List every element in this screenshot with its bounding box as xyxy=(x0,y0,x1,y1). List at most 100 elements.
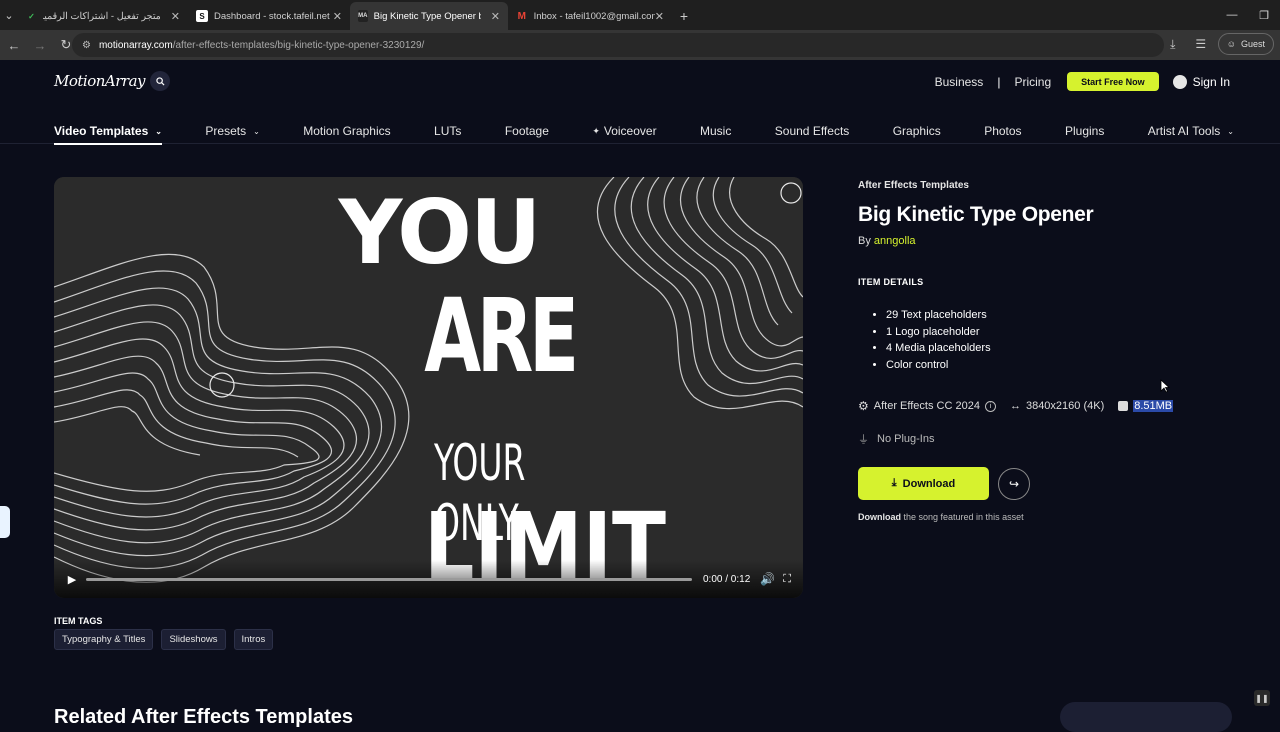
nav-sound-effects[interactable]: Sound Effects xyxy=(775,118,850,144)
video-time: 0:00 / 0:12 xyxy=(703,573,751,585)
nav-label: Artist AI Tools xyxy=(1147,124,1221,138)
software-label: After Effects CC 2024 xyxy=(873,400,980,412)
nav-music[interactable]: Music xyxy=(700,118,731,144)
search-button[interactable] xyxy=(150,71,170,91)
gear-icon: ⚙ xyxy=(858,399,869,413)
browser-tab-1[interactable]: ✓ متجر تفعيل - اشتراكات الرقمية بأ ✕ xyxy=(18,2,188,30)
fullscreen-icon[interactable]: ⛶ xyxy=(783,573,791,586)
close-icon[interactable]: ✕ xyxy=(491,10,500,23)
tag-slideshows[interactable]: Slideshows xyxy=(161,629,226,650)
guest-profile-button[interactable]: ☺ Guest xyxy=(1217,33,1274,55)
filesize-spec: 8.51MB xyxy=(1118,400,1174,412)
sign-in-label: Sign In xyxy=(1192,74,1230,89)
volume-icon[interactable]: 🔊 xyxy=(760,572,775,586)
header-separator: | xyxy=(997,74,1001,89)
site-info-icon[interactable]: ⚙ xyxy=(82,40,91,51)
video-player[interactable]: YOU ARE YOUR ONLY LIMIT ▶ 0:00 / 0:12 🔊 … xyxy=(54,177,803,598)
check-icon: ✓ xyxy=(28,11,35,21)
item-info-panel: After Effects Templates Big Kinetic Type… xyxy=(858,180,1238,522)
item-tags: Typography & Titles Slideshows Intros xyxy=(54,629,274,650)
close-icon[interactable]: ✕ xyxy=(171,10,180,23)
plug-icon: ⏚ xyxy=(858,434,869,446)
plugins-spec: ⏚ No Plug-Ins xyxy=(858,431,1238,447)
song-note-text: the song featured in this asset xyxy=(901,512,1024,522)
window-controls: — ❐ xyxy=(1216,0,1280,30)
motionarray-logo[interactable]: MotionArray xyxy=(54,72,146,90)
floating-widget[interactable] xyxy=(1060,702,1232,732)
tab-title: Dashboard - stock.tafeil.net xyxy=(214,10,330,22)
new-tab-icon[interactable]: + xyxy=(672,2,696,30)
tab-search-chevron-icon[interactable]: ⌄ xyxy=(0,0,18,30)
tag-typography-titles[interactable]: Typography & Titles xyxy=(54,629,154,650)
info-icon[interactable]: i xyxy=(984,400,996,412)
browser-address-bar: ← → ↻ ⚙ motionarray.com/after-effects-te… xyxy=(0,30,1280,60)
s-icon: S xyxy=(196,10,208,22)
nav-footage[interactable]: Footage xyxy=(505,118,549,144)
video-progress-bar[interactable] xyxy=(86,577,692,581)
video-controls: ▶ 0:00 / 0:12 🔊 ⛶ xyxy=(54,560,803,598)
nav-label: Presets xyxy=(205,124,247,138)
back-icon[interactable]: ← xyxy=(2,33,26,57)
item-category[interactable]: After Effects Templates xyxy=(858,180,1238,191)
item-details-list: 29 Text placeholders 1 Logo placeholder … xyxy=(886,307,1238,373)
nav-presets[interactable]: Presets ⌄ xyxy=(205,118,259,144)
file-box-icon xyxy=(1118,401,1129,411)
forward-icon[interactable]: → xyxy=(28,33,52,57)
share-button[interactable]: ↪ xyxy=(998,467,1030,500)
tag-intros[interactable]: Intros xyxy=(233,629,274,650)
nav-voiceover[interactable]: ✦ Voiceover xyxy=(592,118,656,144)
related-heading: Related After Effects Templates xyxy=(54,706,353,728)
nav-photos[interactable]: Photos xyxy=(984,118,1021,144)
minimize-icon[interactable]: — xyxy=(1216,0,1248,30)
browser-tab-3-active[interactable]: MA Big Kinetic Type Opener by ann ✕ xyxy=(350,2,508,30)
tab-title: متجر تفعيل - اشتراكات الرقمية بأ xyxy=(42,10,161,22)
maximize-icon[interactable]: ❐ xyxy=(1248,0,1280,30)
arrows-horizontal-icon: ↔ xyxy=(1009,400,1021,412)
sparkle-icon: ✦ xyxy=(592,125,600,136)
song-download-note: Download the song featured in this asset xyxy=(858,512,1238,522)
pricing-link[interactable]: Pricing xyxy=(1014,75,1051,89)
start-free-now-button[interactable]: Start Free Now xyxy=(1067,72,1159,91)
person-icon: ☺ xyxy=(1226,39,1236,49)
nav-label: Photos xyxy=(984,124,1022,138)
sign-in-link[interactable]: Sign In xyxy=(1172,74,1230,89)
by-prefix: By xyxy=(858,235,871,247)
gmail-icon: M xyxy=(517,10,526,22)
browser-tab-bar: ⌄ ✓ متجر تفعيل - اشتراكات الرقمية بأ ✕ S… xyxy=(0,0,1280,30)
nav-motion-graphics[interactable]: Motion Graphics xyxy=(303,118,390,144)
download-icon: ⤓ xyxy=(891,477,897,489)
url-host: motionarray.com xyxy=(98,39,173,51)
browser-tab-2[interactable]: S Dashboard - stock.tafeil.net ✕ xyxy=(188,2,350,30)
side-accessibility-widget[interactable] xyxy=(0,506,10,538)
close-icon[interactable]: ✕ xyxy=(333,10,342,23)
url-input[interactable]: ⚙ motionarray.com/after-effects-template… xyxy=(72,33,1164,57)
song-download-link[interactable]: Download xyxy=(858,512,901,522)
download-button[interactable]: ⤓ Download xyxy=(858,467,989,500)
nav-label: Graphics xyxy=(892,124,941,138)
resolution-label: 3840x2160 (4K) xyxy=(1025,400,1105,412)
nav-label: Video Templates xyxy=(54,124,149,138)
user-icon xyxy=(1172,74,1187,89)
nav-label: Motion Graphics xyxy=(303,124,391,138)
nav-label: Plugins xyxy=(1064,124,1105,138)
nav-artist-ai-tools[interactable]: Artist AI Tools ⌄ xyxy=(1148,118,1234,144)
business-link[interactable]: Business xyxy=(935,75,984,89)
media-controls-icon[interactable]: ☰ xyxy=(1190,33,1212,55)
filesize-label: 8.51MB xyxy=(1133,400,1174,412)
close-icon[interactable]: ✕ xyxy=(655,10,664,23)
list-item: 4 Media placeholders xyxy=(886,340,1238,357)
play-icon[interactable]: ▶ xyxy=(66,573,78,586)
chevron-down-icon: ⌄ xyxy=(253,126,260,136)
pause-icon[interactable]: ❚❚ xyxy=(1254,690,1270,706)
browser-tab-4[interactable]: M Inbox - tafeil1002@gmail.com ✕ xyxy=(508,2,672,30)
nav-video-templates[interactable]: Video Templates ⌄ xyxy=(54,118,162,145)
download-icon[interactable]: ⤓ xyxy=(1162,33,1184,55)
nav-graphics[interactable]: Graphics xyxy=(893,118,941,144)
author-link[interactable]: anngolla xyxy=(874,235,916,247)
mouse-cursor-icon xyxy=(1160,379,1170,393)
nav-luts[interactable]: LUTs xyxy=(434,118,461,144)
item-tags-heading: ITEM TAGS xyxy=(54,616,103,626)
item-title: Big Kinetic Type Opener xyxy=(858,203,1094,226)
nav-plugins[interactable]: Plugins xyxy=(1065,118,1104,144)
tab-title: Big Kinetic Type Opener by ann xyxy=(373,10,481,22)
